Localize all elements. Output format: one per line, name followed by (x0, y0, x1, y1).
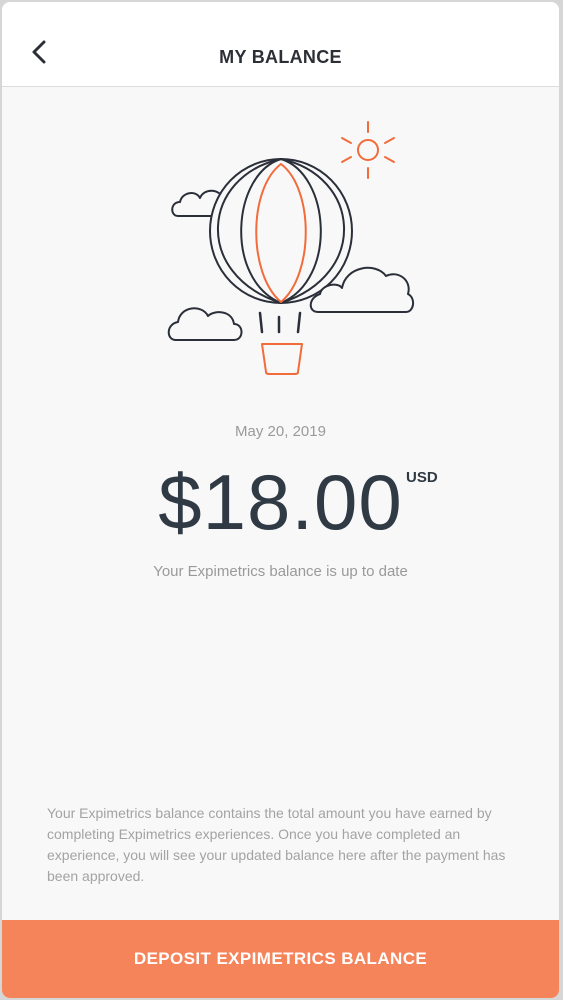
balance-amount: $18.00 (158, 458, 403, 546)
balance-status: Your Expimetrics balance is up to date (153, 563, 408, 580)
app-screen: MY BALANCE May 20, 2019 $18.00 USD Your … (2, 2, 559, 998)
info-text: Your Expimetrics balance contains the to… (47, 805, 506, 884)
hot-air-balloon-icon (167, 121, 414, 375)
header-bar: MY BALANCE (2, 2, 559, 87)
balance-amount-row: $18.00 USD (2, 457, 559, 547)
page-title: MY BALANCE (219, 47, 342, 67)
balance-date: May 20, 2019 (235, 423, 326, 440)
deposit-button[interactable]: DEPOSIT EXPIMETRICS BALANCE (2, 920, 559, 998)
currency-label: USD (406, 469, 438, 486)
